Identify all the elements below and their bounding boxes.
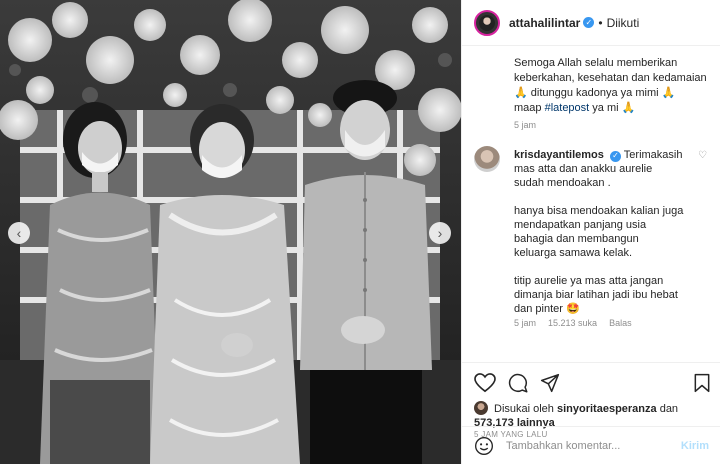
header-separator: • bbox=[598, 15, 603, 30]
share-icon[interactable] bbox=[540, 373, 560, 393]
verified-badge-icon: ✓ bbox=[583, 17, 595, 28]
caption-text: maap bbox=[514, 102, 545, 114]
likes-prefix: Disukai oleh bbox=[494, 403, 557, 415]
liker-avatar[interactable] bbox=[474, 401, 488, 415]
caption-line: maap #latepost ya mi 🙏 bbox=[514, 101, 714, 116]
next-photo-button[interactable]: › bbox=[429, 222, 451, 244]
previous-photo-button[interactable]: ‹ bbox=[8, 222, 30, 244]
comment-gap bbox=[514, 260, 692, 274]
comment-line: mas atta dan anakku aurelie bbox=[514, 163, 653, 175]
heart-icon[interactable] bbox=[474, 373, 496, 393]
caption-line: 🙏 ditunggu kadonya ya mimi 🙏 bbox=[514, 87, 676, 99]
comment-likes[interactable]: 15.213 suka bbox=[548, 318, 597, 328]
comment-text: Terimakasih bbox=[620, 149, 683, 161]
post-caption: Semoga Allah selalu memberikan keberkaha… bbox=[514, 56, 714, 116]
comment-line: keluarga samawa kelak. bbox=[514, 247, 633, 259]
comment-line: sudah mendoakan . bbox=[514, 177, 611, 189]
follow-button[interactable]: Diikuti bbox=[607, 16, 640, 30]
comment-line: dan pinter 🤩 bbox=[514, 303, 580, 315]
comment-line: titip aurelie ya mas atta jangan bbox=[514, 275, 664, 287]
caption-line: Semoga Allah selalu memberikan bbox=[514, 57, 678, 69]
header-username[interactable]: attahalilintar bbox=[509, 16, 580, 30]
chevron-left-icon: ‹ bbox=[16, 225, 22, 241]
post-comment-button[interactable]: Kirim bbox=[681, 440, 709, 452]
comment-like-heart-icon[interactable]: ♡ bbox=[698, 150, 707, 161]
likes-middle: dan bbox=[656, 403, 679, 415]
add-comment-bar: Kirim bbox=[462, 426, 720, 464]
comment-icon[interactable] bbox=[508, 373, 528, 393]
bookmark-icon[interactable] bbox=[693, 373, 711, 393]
comment-line: mendapatkan panjang usia bbox=[514, 219, 647, 231]
emoji-icon[interactable] bbox=[474, 436, 494, 456]
comment-line: krisdayantilemos ✓ Terimakasih bbox=[514, 148, 692, 162]
caption-line: keberkahan, kesehatan dan kedamaian bbox=[514, 72, 707, 84]
chevron-right-icon: › bbox=[437, 225, 443, 241]
comment-input[interactable] bbox=[504, 438, 668, 453]
avatar[interactable] bbox=[474, 9, 500, 36]
commenter-avatar[interactable] bbox=[474, 146, 500, 172]
comment-meta: 5 jam 15.213 suka Balas bbox=[514, 318, 632, 328]
post-header: attahalilintar ✓ • Diikuti bbox=[462, 0, 720, 46]
comment-gap bbox=[514, 190, 692, 204]
action-icons bbox=[474, 373, 560, 393]
comments-panel[interactable]: Semoga Allah selalu memberikan keberkaha… bbox=[462, 46, 720, 362]
hashtag-link[interactable]: #latepost bbox=[545, 102, 590, 114]
verified-badge-icon: ✓ bbox=[609, 150, 621, 162]
post-sidebar: attahalilintar ✓ • Diikuti Semoga Allah … bbox=[461, 0, 720, 464]
comment-line: dimanja biar latihan jadi ibu hebat bbox=[514, 289, 678, 301]
caption-text: ya mi 🙏 bbox=[589, 102, 636, 114]
comment-line: hanya bisa mendoakan kalian juga bbox=[514, 205, 684, 217]
comment-username[interactable]: krisdayantilemos bbox=[514, 149, 604, 161]
post-photo[interactable]: ‹ › bbox=[0, 0, 461, 464]
liker-username[interactable]: sinyoritaesperanza bbox=[557, 403, 657, 415]
comment-line: bahagia dan membangun bbox=[514, 233, 639, 245]
reply-button[interactable]: Balas bbox=[609, 318, 632, 328]
caption-time: 5 jam bbox=[514, 120, 537, 130]
comment-body: krisdayantilemos ✓ Terimakasih mas atta … bbox=[514, 148, 692, 316]
photo-image bbox=[0, 0, 461, 464]
comment-time[interactable]: 5 jam bbox=[514, 318, 536, 328]
